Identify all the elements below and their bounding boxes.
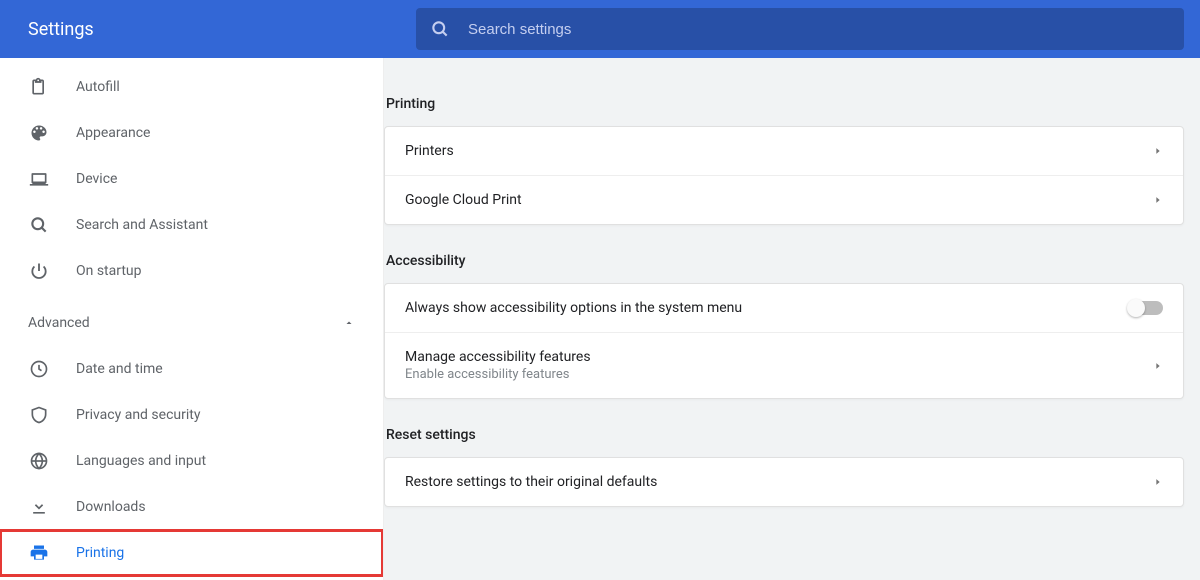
header: Settings <box>0 0 1200 58</box>
sidebar-item-label: Date and time <box>76 361 163 377</box>
row-cloud-print[interactable]: Google Cloud Print <box>385 175 1183 224</box>
section-title-accessibility: Accessibility <box>386 253 1184 269</box>
search-input[interactable] <box>468 21 1170 38</box>
row-label: Google Cloud Print <box>405 192 522 208</box>
chevron-right-icon <box>1153 477 1163 487</box>
header-title: Settings <box>0 19 416 40</box>
shield-icon <box>28 404 50 426</box>
row-manage-accessibility[interactable]: Manage accessibility features Enable acc… <box>385 332 1183 398</box>
printer-icon <box>28 542 50 564</box>
main-content: Printing Printers Google Cloud Print Acc… <box>384 58 1200 580</box>
sidebar-item-search-assistant[interactable]: Search and Assistant <box>0 202 383 248</box>
sidebar-item-privacy[interactable]: Privacy and security <box>0 392 383 438</box>
sidebar-item-on-startup[interactable]: On startup <box>0 248 383 294</box>
clipboard-icon <box>28 76 50 98</box>
magnify-icon <box>28 214 50 236</box>
sidebar-item-label: Appearance <box>76 125 150 141</box>
advanced-toggle[interactable]: Advanced <box>0 300 383 346</box>
sidebar-item-date-time[interactable]: Date and time <box>0 346 383 392</box>
row-label: Restore settings to their original defau… <box>405 474 657 490</box>
globe-icon <box>28 450 50 472</box>
chevron-right-icon <box>1153 146 1163 156</box>
search-wrap <box>416 4 1200 54</box>
row-printers[interactable]: Printers <box>385 127 1183 175</box>
sidebar-item-device[interactable]: Device <box>0 156 383 202</box>
sidebar-item-label: Autofill <box>76 79 120 95</box>
sidebar-item-autofill[interactable]: Autofill <box>0 64 383 110</box>
power-icon <box>28 260 50 282</box>
advanced-label: Advanced <box>28 315 90 331</box>
clock-icon <box>28 358 50 380</box>
row-reset-defaults[interactable]: Restore settings to their original defau… <box>385 458 1183 506</box>
download-icon <box>28 496 50 518</box>
section-title-reset: Reset settings <box>386 427 1184 443</box>
sidebar-item-label: Downloads <box>76 499 146 515</box>
search-bar[interactable] <box>416 8 1184 50</box>
sidebar-item-label: Search and Assistant <box>76 217 208 233</box>
reset-card: Restore settings to their original defau… <box>384 457 1184 507</box>
toggle-accessibility[interactable] <box>1129 301 1163 315</box>
chevron-right-icon <box>1153 195 1163 205</box>
sidebar-item-label: Printing <box>76 545 124 561</box>
sidebar-item-appearance[interactable]: Appearance <box>0 110 383 156</box>
row-always-show-accessibility[interactable]: Always show accessibility options in the… <box>385 284 1183 332</box>
chevron-right-icon <box>1153 361 1163 371</box>
sidebar-item-label: Device <box>76 171 117 187</box>
row-label-stack: Manage accessibility features Enable acc… <box>405 349 591 382</box>
sidebar-item-label: On startup <box>76 263 142 279</box>
sidebar-item-languages[interactable]: Languages and input <box>0 438 383 484</box>
row-label: Manage accessibility features <box>405 349 591 365</box>
sidebar-item-downloads[interactable]: Downloads <box>0 484 383 530</box>
search-icon <box>430 19 450 39</box>
row-label: Printers <box>405 143 454 159</box>
laptop-icon <box>28 168 50 190</box>
palette-icon <box>28 122 50 144</box>
printing-card: Printers Google Cloud Print <box>384 126 1184 225</box>
sidebar-item-label: Languages and input <box>76 453 206 469</box>
row-label: Always show accessibility options in the… <box>405 300 742 316</box>
row-sublabel: Enable accessibility features <box>405 367 591 382</box>
accessibility-card: Always show accessibility options in the… <box>384 283 1184 399</box>
sidebar-item-printing[interactable]: Printing <box>0 530 383 576</box>
section-title-printing: Printing <box>386 96 1184 112</box>
sidebar: Autofill Appearance Device Search and As… <box>0 58 384 580</box>
chevron-up-icon <box>343 317 355 329</box>
sidebar-item-label: Privacy and security <box>76 407 200 423</box>
